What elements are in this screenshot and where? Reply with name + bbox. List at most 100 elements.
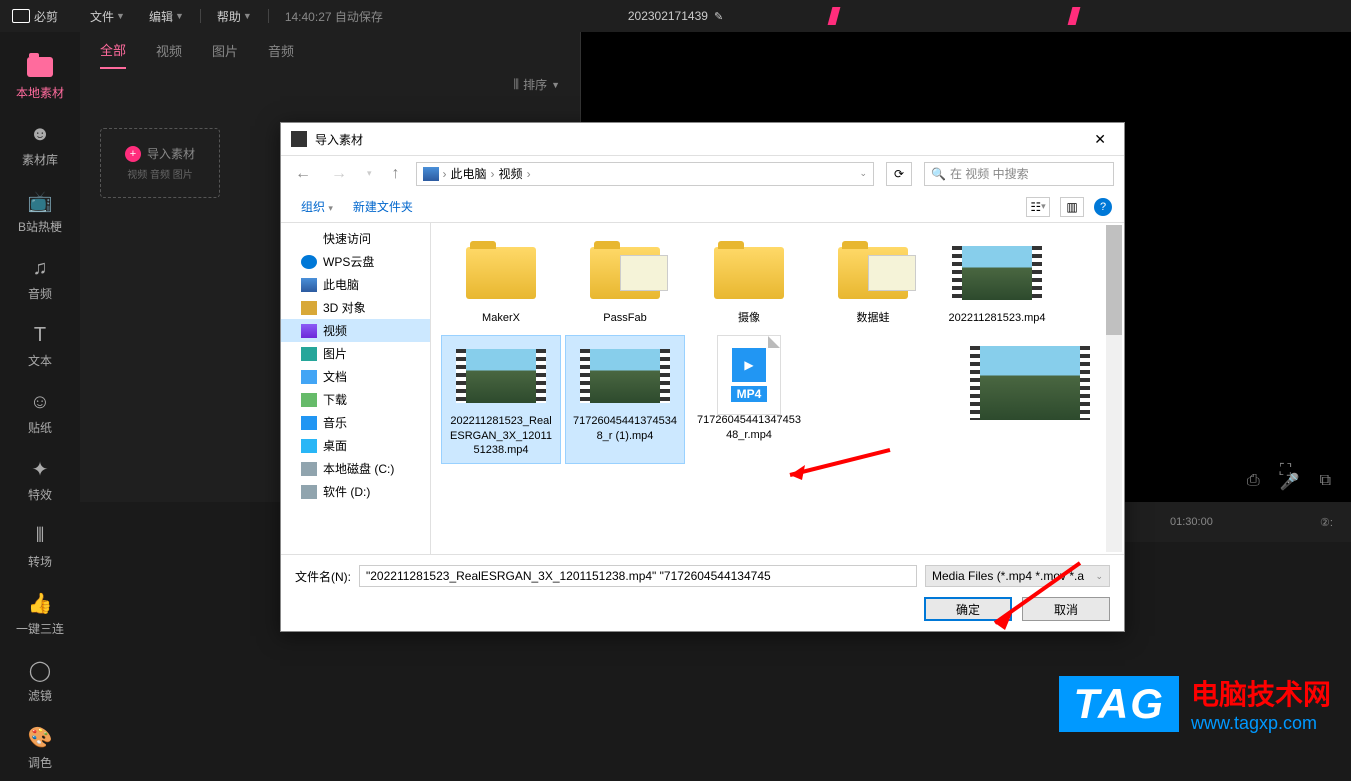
tree-item[interactable]: 视频	[281, 319, 430, 342]
recent-button[interactable]: ▾	[363, 168, 376, 179]
app-name: 必剪	[34, 8, 58, 25]
file-name: MakerX	[482, 311, 520, 325]
menu-edit[interactable]: 编辑▼	[137, 8, 196, 25]
chevron-down-icon[interactable]: ⌄	[859, 168, 867, 179]
sidebar-item-bilibili[interactable]: 📺B站热梗	[10, 178, 70, 245]
file-thumbnail	[580, 342, 670, 410]
extra-thumbnail	[970, 346, 1090, 426]
ok-button[interactable]: 确定	[924, 597, 1012, 621]
close-button[interactable]: ✕	[1086, 131, 1114, 148]
filename-input[interactable]	[359, 565, 917, 587]
edit-icon: ✎	[714, 10, 723, 23]
tree-item[interactable]: 快速访问	[281, 227, 430, 250]
watermark-cn: 电脑技术网	[1191, 673, 1331, 713]
breadcrumb-pc[interactable]: 此电脑	[451, 165, 487, 182]
tree-item[interactable]: WPS云盘	[281, 250, 430, 273]
search-icon: 🔍	[931, 167, 946, 181]
left-sidebar: 本地素材 ☻素材库 📺B站热梗 ♫音频 T文本 ☺贴纸 ✦特效 ⦀转场 👍一键三…	[0, 32, 80, 746]
file-thumbnail	[952, 239, 1042, 307]
drive-icon	[301, 462, 317, 476]
img-icon	[301, 347, 317, 361]
cancel-button[interactable]: 取消	[1022, 597, 1110, 621]
import-media-button[interactable]: +导入素材 视频 音频 图片	[100, 128, 220, 198]
view-mode-button[interactable]: ☷ ▾	[1026, 197, 1050, 217]
folder-icon	[27, 57, 53, 77]
help-icon[interactable]: ?	[1094, 198, 1112, 216]
file-item[interactable]: 数据蛙	[813, 233, 933, 331]
folder3d-icon	[301, 301, 317, 315]
mic-icon[interactable]: 🎤	[1280, 472, 1300, 492]
file-name: 数据蛙	[857, 311, 890, 325]
organize-button[interactable]: 组织 ▾	[293, 198, 341, 215]
refresh-button[interactable]: ⟳	[886, 162, 912, 186]
new-folder-button[interactable]: 新建文件夹	[345, 198, 421, 215]
tree-item[interactable]: 此电脑	[281, 273, 430, 296]
tree-item[interactable]: 文档	[281, 365, 430, 388]
menu-file[interactable]: 文件▼	[78, 8, 137, 25]
search-input[interactable]: 🔍 在 视频 中搜索	[924, 162, 1114, 186]
watermark: TAG 电脑技术网 www.tagxp.com	[1059, 673, 1331, 734]
dialog-title-text: 导入素材	[315, 131, 363, 148]
captions-icon[interactable]: ⎙	[1247, 472, 1260, 492]
project-title[interactable]: 202302171439 ✎	[628, 9, 723, 23]
file-thumbnail: ▶MP4	[704, 341, 794, 409]
sidebar-item-library[interactable]: ☻素材库	[10, 111, 70, 178]
scrollbar-thumb[interactable]	[1106, 225, 1122, 335]
tree-item[interactable]: 音乐	[281, 411, 430, 434]
transition-icon: ⦀	[26, 523, 54, 549]
file-item[interactable]: 202211281523_RealESRGAN_3X_1201151238.mp…	[441, 335, 561, 464]
file-item[interactable]: 717260454413745348_r (1).mp4	[565, 335, 685, 464]
music-icon: ♫	[26, 255, 54, 281]
sidebar-item-transition[interactable]: ⦀转场	[10, 513, 70, 580]
file-item[interactable]: MakerX	[441, 233, 561, 331]
file-thumbnail	[704, 239, 794, 307]
breadcrumb-folder[interactable]: 视频	[499, 165, 523, 182]
text-icon: T	[26, 322, 54, 348]
forward-button[interactable]: →	[327, 165, 351, 183]
file-type-filter[interactable]: Media Files (*.mp4 *.mov *.a⌄	[925, 565, 1110, 587]
sidebar-item-filter[interactable]: ◯滤镜	[10, 647, 70, 714]
tree-item[interactable]: 桌面	[281, 434, 430, 457]
menu-help[interactable]: 帮助▼	[205, 8, 264, 25]
preview-pane-button[interactable]: ▥	[1060, 197, 1084, 217]
watermark-url: www.tagxp.com	[1191, 713, 1331, 734]
dialog-app-icon	[291, 131, 307, 147]
scrollbar[interactable]	[1106, 225, 1122, 552]
file-item[interactable]: PassFab	[565, 233, 685, 331]
file-item[interactable]: 摄像	[689, 233, 809, 331]
up-button[interactable]: ↑	[388, 165, 404, 183]
sidebar-item-sticker[interactable]: ☺贴纸	[10, 379, 70, 446]
tree-item[interactable]: 软件 (D:)	[281, 480, 430, 503]
sidebar-item-effects[interactable]: ✦特效	[10, 446, 70, 513]
sidebar-item-text[interactable]: T文本	[10, 312, 70, 379]
screen-icon[interactable]: ⧉	[1320, 472, 1331, 492]
file-name: 202211281523_RealESRGAN_3X_1201151238.mp…	[448, 414, 554, 457]
tree-item[interactable]: 下载	[281, 388, 430, 411]
decoration-mark	[1068, 7, 1081, 25]
sidebar-item-local[interactable]: 本地素材	[10, 44, 70, 111]
sidebar-item-color[interactable]: 🎨调色	[10, 714, 70, 781]
address-bar[interactable]: › 此电脑 › 视频 › ⌄	[416, 162, 874, 186]
tree-item[interactable]: 本地磁盘 (C:)	[281, 457, 430, 480]
tab-all[interactable]: 全部	[100, 40, 126, 69]
file-item[interactable]: 202211281523.mp4	[937, 233, 1057, 331]
decoration-mark	[828, 7, 841, 25]
back-button[interactable]: ←	[291, 165, 315, 183]
file-thumbnail	[456, 342, 546, 410]
file-thumbnail	[580, 239, 670, 307]
tab-image[interactable]: 图片	[212, 41, 238, 60]
pc-icon	[301, 278, 317, 292]
tree-item[interactable]: 3D 对象	[281, 296, 430, 319]
file-name: PassFab	[603, 311, 646, 325]
tab-audio[interactable]: 音频	[268, 41, 294, 60]
tree-item[interactable]: 图片	[281, 342, 430, 365]
thumb-icon: 👍	[26, 590, 54, 616]
sidebar-item-audio[interactable]: ♫音频	[10, 245, 70, 312]
sort-button[interactable]: ⫼ 排序 ▼	[514, 76, 560, 93]
file-item[interactable]: ▶MP47172604544134745348_r.mp4	[689, 335, 809, 464]
filename-label: 文件名(N):	[295, 568, 351, 585]
tab-video[interactable]: 视频	[156, 41, 182, 60]
tv-icon: 📺	[26, 188, 54, 214]
sidebar-item-like[interactable]: 👍一键三连	[10, 580, 70, 647]
palette-icon: 🎨	[26, 724, 54, 750]
